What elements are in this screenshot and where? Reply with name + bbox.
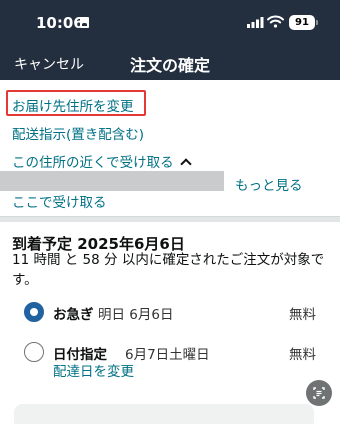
- delivery-instructions-link[interactable]: 配送指示(置き配含む): [12, 123, 144, 143]
- page-title: 注文の確定: [129, 56, 210, 75]
- pickup-nearby-label: この住所の近くで受け取る: [12, 155, 174, 171]
- option-express-radio[interactable]: [24, 302, 44, 322]
- text-scan-icon: [313, 387, 325, 399]
- cellular-signal-icon: [247, 17, 264, 28]
- change-delivery-date-link[interactable]: 配達日を変更: [53, 360, 134, 380]
- status-time: 10:06: [36, 14, 84, 32]
- option-scheduled-radio[interactable]: [24, 342, 44, 362]
- option-scheduled-price: 無料: [289, 347, 316, 363]
- next-section-card: [14, 404, 314, 424]
- change-address-link[interactable]: お届け先住所を変更: [12, 95, 134, 115]
- pickup-nearby-toggle[interactable]: この住所の近くで受け取る: [12, 151, 192, 171]
- option-express-price: 無料: [289, 307, 316, 323]
- chevron-up-icon: [179, 158, 192, 170]
- option-express-name: お急ぎ: [53, 307, 94, 323]
- battery-indicator: 91: [289, 15, 318, 30]
- see-more-link[interactable]: もっと見る: [235, 174, 303, 194]
- pickup-here-link[interactable]: ここで受け取る: [12, 191, 107, 211]
- option-express-date: 明日 6月6日: [98, 307, 174, 323]
- redacted-address: [0, 171, 224, 191]
- id-card-icon: [80, 17, 89, 28]
- wifi-icon: [267, 15, 284, 28]
- option-scheduled-date: 6月7日土曜日: [125, 347, 210, 363]
- scan-text-button[interactable]: [306, 380, 332, 406]
- section-divider: [0, 216, 340, 222]
- delivery-cutoff-note: 11 時間 と 58 分 以内に確定されたご注文が対象です。: [12, 252, 325, 288]
